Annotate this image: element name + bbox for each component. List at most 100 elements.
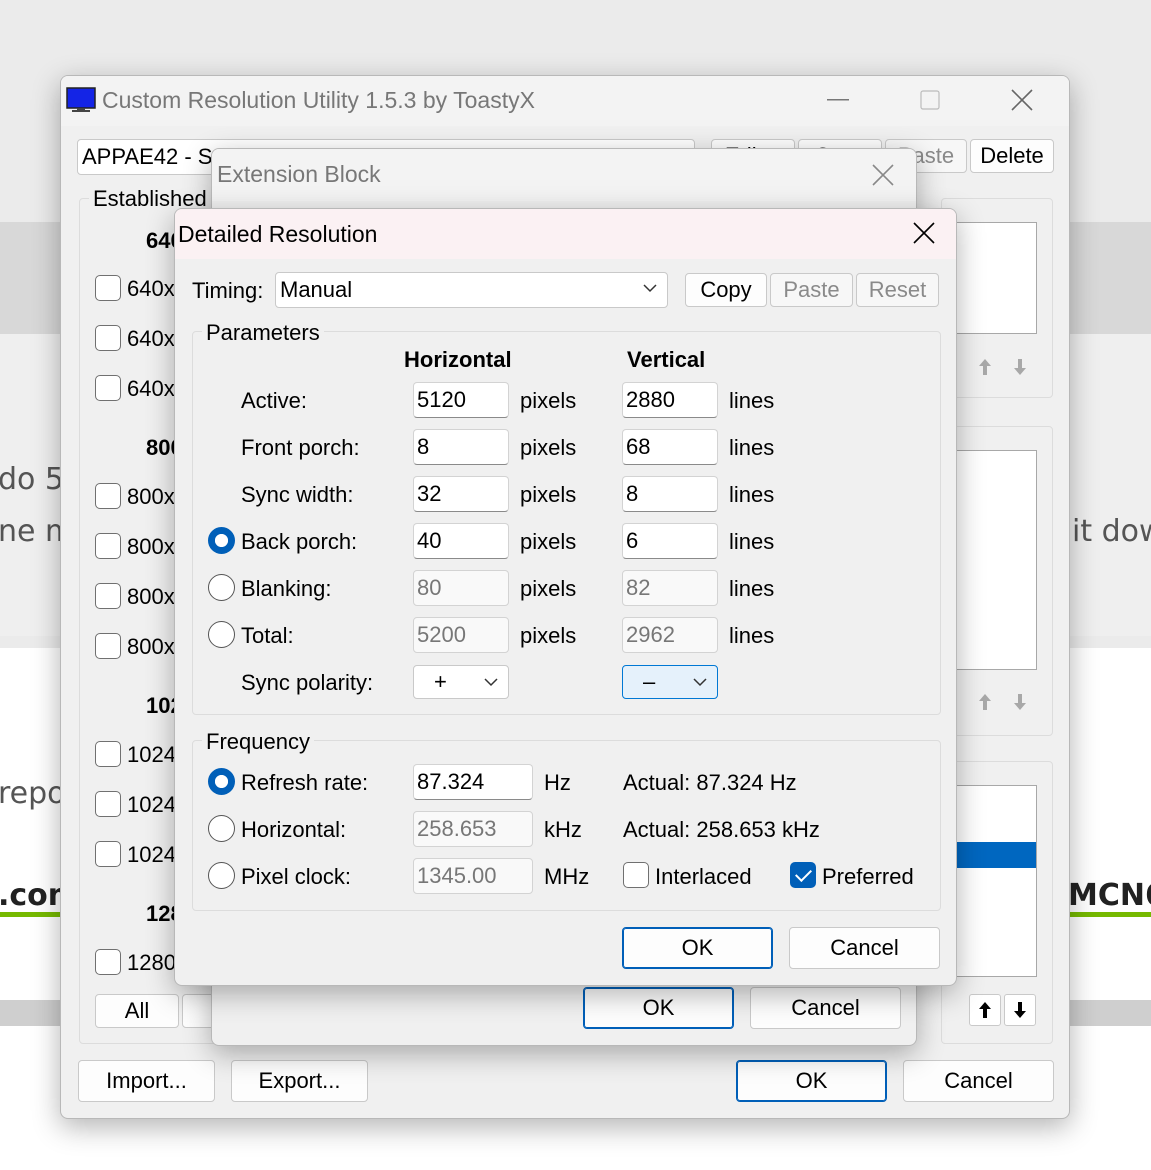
unit-label: pixels <box>520 576 577 601</box>
v-blanking-field: 82 <box>622 570 718 606</box>
mode-checkbox[interactable] <box>95 533 121 559</box>
unit-label: lines <box>729 435 775 460</box>
bg-text: it dow <box>1072 514 1151 549</box>
v-front-porch-field[interactable]: 68 <box>622 429 718 465</box>
standard-resolutions-list[interactable] <box>951 450 1037 670</box>
close-button[interactable] <box>858 157 908 193</box>
h-sync-width-field[interactable]: 32 <box>413 476 509 512</box>
preferred-checkbox[interactable] <box>790 862 816 888</box>
mode-label: 640x <box>127 326 175 351</box>
v-back-porch-field[interactable]: 6 <box>622 523 718 559</box>
v-active-field[interactable]: 2880 <box>622 382 718 418</box>
timing-select[interactable]: Manual <box>275 272 668 308</box>
h-back-porch-field[interactable]: 40 <box>413 523 509 559</box>
extension-block-title: Extension Block <box>217 161 381 187</box>
reset-button[interactable]: Reset <box>856 273 939 307</box>
mode-checkbox[interactable] <box>95 841 121 867</box>
mode-checkbox[interactable] <box>95 791 121 817</box>
main-window-title: Custom Resolution Utility 1.5.3 by Toast… <box>102 87 535 113</box>
h-active-field[interactable]: 5120 <box>413 382 509 418</box>
total-radio[interactable] <box>208 621 235 648</box>
import-button[interactable]: Import... <box>78 1060 215 1102</box>
move-up-button[interactable] <box>969 686 1001 718</box>
timing-select-value: Manual <box>280 277 353 302</box>
main-titlebar: Custom Resolution Utility 1.5.3 by Toast… <box>61 76 1069 126</box>
move-down-button[interactable] <box>1004 686 1036 718</box>
h-polarity-select[interactable]: + <box>413 665 509 699</box>
mode-label: 1024 <box>127 742 176 767</box>
mode-checkbox[interactable] <box>95 741 121 767</box>
refresh-rate-radio[interactable] <box>208 768 235 795</box>
mode-label: 800x <box>127 584 175 609</box>
mode-checkbox[interactable] <box>95 949 121 975</box>
mode-checkbox[interactable] <box>95 633 121 659</box>
cancel-button[interactable]: Cancel <box>903 1060 1054 1102</box>
unit-label: lines <box>729 529 775 554</box>
refresh-rate-field[interactable]: 87.324 <box>413 764 533 800</box>
detailed-resolution-title: Detailed Resolution <box>178 221 378 247</box>
h-front-porch-field[interactable]: 8 <box>413 429 509 465</box>
v-polarity-select[interactable]: – <box>622 665 718 699</box>
param-label-back-porch: Back porch: <box>241 529 358 554</box>
maximize-button[interactable] <box>905 82 955 118</box>
copy-button[interactable]: Copy <box>685 273 767 307</box>
delete-button[interactable]: Delete <box>970 139 1054 173</box>
back-porch-radio[interactable] <box>208 527 235 554</box>
timing-label: Timing: <box>192 278 264 303</box>
cancel-button[interactable]: Cancel <box>750 987 901 1029</box>
mode-label: 1024 <box>127 792 176 817</box>
bg-text: repo <box>0 776 66 811</box>
blanking-radio[interactable] <box>208 574 235 601</box>
close-button[interactable] <box>899 215 949 251</box>
v-sync-width-field[interactable]: 8 <box>622 476 718 512</box>
refresh-rate-unit: Hz <box>544 770 571 795</box>
detailed-resolutions-list[interactable] <box>951 222 1037 334</box>
mode-checkbox[interactable] <box>95 325 121 351</box>
mode-label: 640x <box>127 276 175 301</box>
ok-button[interactable]: OK <box>736 1060 887 1102</box>
extension-block-titlebar: Extension Block <box>212 149 916 201</box>
mode-label: 800x <box>127 534 175 559</box>
pixel-clock-radio[interactable] <box>208 862 235 889</box>
bg-text: MCN6 <box>1068 878 1151 913</box>
unit-label: lines <box>729 623 775 648</box>
paste-button[interactable]: Paste <box>770 273 853 307</box>
mode-label: 800x <box>127 634 175 659</box>
horizontal-freq-radio[interactable] <box>208 815 235 842</box>
h-polarity-value: + <box>434 669 447 694</box>
mode-label: 1024 <box>127 842 176 867</box>
ok-button[interactable]: OK <box>583 987 734 1029</box>
close-button[interactable] <box>997 82 1047 118</box>
all-button[interactable]: All <box>95 994 179 1028</box>
unit-label: lines <box>729 482 775 507</box>
cancel-button[interactable]: Cancel <box>789 927 940 969</box>
unit-label: pixels <box>520 435 577 460</box>
preferred-label: Preferred <box>822 864 914 889</box>
mode-checkbox[interactable] <box>95 583 121 609</box>
pixel-clock-label: Pixel clock: <box>241 864 352 889</box>
ok-button[interactable]: OK <box>622 927 773 969</box>
mode-checkbox[interactable] <box>95 275 121 301</box>
param-label-active: Active: <box>241 388 308 413</box>
move-up-button[interactable] <box>969 994 1001 1026</box>
chevron-down-icon <box>693 678 707 687</box>
minimize-button[interactable] <box>813 82 863 118</box>
arrow-up-icon <box>979 359 991 375</box>
mode-checkbox[interactable] <box>95 375 121 401</box>
mode-checkbox[interactable] <box>95 483 121 509</box>
arrow-down-icon <box>1014 694 1026 710</box>
move-down-button[interactable] <box>1004 351 1036 383</box>
export-button[interactable]: Export... <box>231 1060 368 1102</box>
parameters-group-label: Parameters <box>202 320 324 346</box>
app-icon <box>66 87 96 113</box>
mode-label: 800x <box>127 484 175 509</box>
param-label-total: Total: <box>241 623 294 648</box>
interlaced-checkbox[interactable] <box>623 862 649 888</box>
selected-list-item[interactable] <box>952 842 1036 868</box>
move-up-button[interactable] <box>969 351 1001 383</box>
horizontal-freq-unit: kHz <box>544 817 582 842</box>
move-down-button[interactable] <box>1004 994 1036 1026</box>
mode-label: 1280 <box>127 950 176 975</box>
unit-label: lines <box>729 388 775 413</box>
extension-blocks-list[interactable] <box>951 785 1037 977</box>
